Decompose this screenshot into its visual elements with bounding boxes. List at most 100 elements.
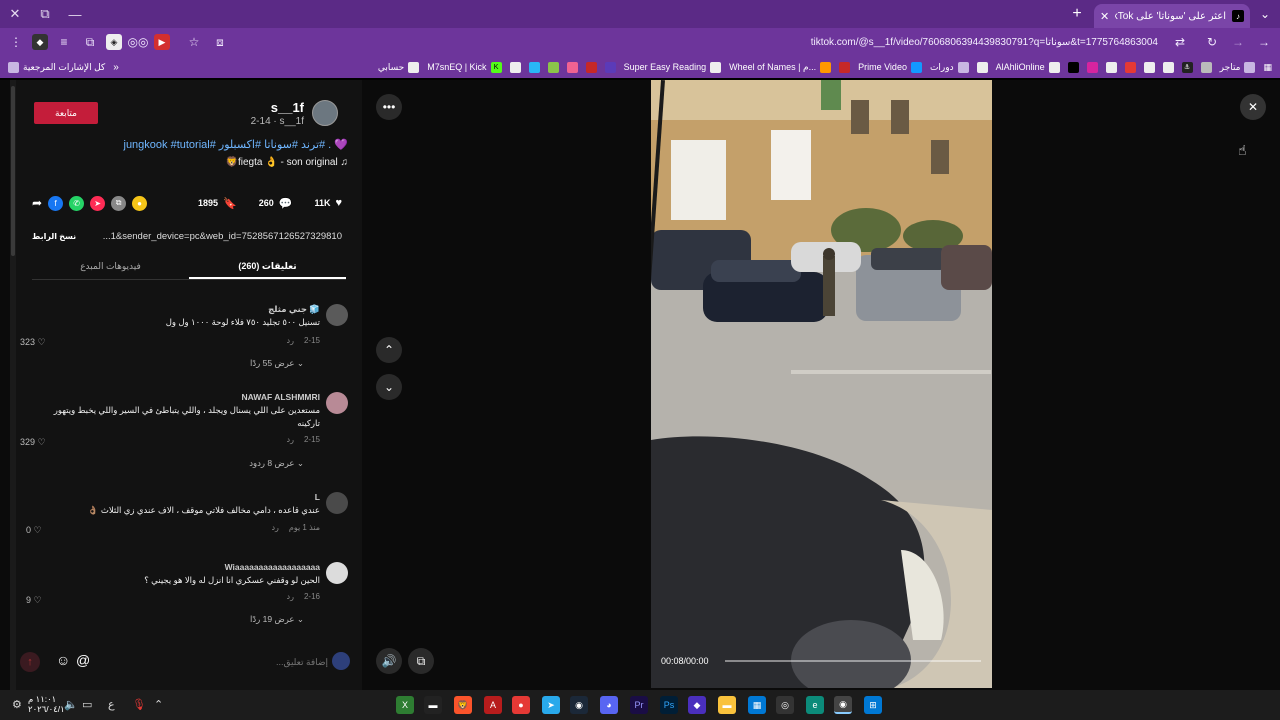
bookmark-item[interactable]: Wheel of Names | م... [729,61,832,73]
bookmark-icon-only[interactable]: ⚓ [1181,61,1193,73]
facebook-share-icon[interactable]: f [48,195,64,211]
close-window-icon[interactable]: ✕ [0,0,30,28]
comment-like[interactable]: 323 ♡ [20,337,46,348]
view-replies-button[interactable]: عرض 55 ردًا ⌄ [250,358,304,369]
telegram-share-icon[interactable]: ➤ [90,195,106,211]
language-indicator[interactable]: ع [108,698,115,711]
premiere-app-icon[interactable]: Pr [630,696,648,714]
copy-link-button[interactable]: نسخ الرابط [32,232,76,241]
bookmark-icon-only[interactable] [547,61,559,73]
bookmark-icon-only[interactable] [839,61,851,73]
bookmark-item[interactable]: Super Easy Reading [624,61,722,73]
bookmark-icon-only[interactable] [1124,61,1136,73]
back-icon[interactable]: → [1254,32,1274,52]
forward-icon[interactable]: → [1228,32,1248,52]
previous-video-chevron-up-icon[interactable]: ⌃ [376,337,402,363]
chrome-app-icon[interactable]: ◉ [834,696,852,714]
reply-button[interactable]: رد [287,592,294,601]
post-music[interactable]: ♫ fiegta 👌 - son original🦁 [226,157,348,168]
comment-like[interactable]: 9 ♡ [26,595,42,606]
excel-app-icon[interactable]: X [396,696,414,714]
bookmark-icon-only[interactable] [1086,61,1098,73]
volume-icon[interactable]: 🔊 [376,648,402,674]
bookmark-item[interactable]: متاجر [1220,61,1256,73]
extensions-icon[interactable]: ⧉ [80,32,100,52]
volume-tray-icon[interactable]: 🔈 [64,698,78,711]
commenter-name[interactable]: NAWAF ALSHMMRI [241,392,320,402]
telegram-app-icon[interactable]: ➤ [542,696,560,714]
discord-app-icon[interactable]: ◕ [600,696,618,714]
follow-button[interactable]: متابعة [34,102,98,124]
comments-stat[interactable]: 260 💬 [259,197,293,210]
bookmark-icon-only[interactable] [1105,61,1117,73]
extension-youtube-icon[interactable]: ▶ [154,34,170,50]
bookmark-icon-only[interactable] [604,61,616,73]
store-app-icon[interactable]: ▦ [748,696,766,714]
more-bookmarks-chevron-icon[interactable]: » [113,62,119,73]
url-field[interactable]: tiktok.com/@s__1f/video/7606806394439830… [236,37,1164,48]
mention-icon[interactable]: @ [76,652,90,668]
brave-app-icon[interactable]: 🦁 [454,696,472,714]
bookmark-icon-only[interactable] [1162,61,1174,73]
comment-like[interactable]: 0 ♡ [26,525,42,536]
share-arrow-icon[interactable]: ➦ [32,196,42,210]
tray-overflow-chevron-icon[interactable]: ⌃ [154,698,163,711]
close-viewer-icon[interactable]: ✕ [1240,94,1266,120]
bookmark-icon-only[interactable] [509,61,521,73]
bookmark-item[interactable]: Prime Video [858,61,922,73]
author-avatar[interactable] [312,100,338,126]
likes-stat[interactable]: 11K ♥ [314,197,342,209]
video-progress-bar[interactable] [725,660,981,662]
minimize-window-icon[interactable]: — [60,0,90,28]
tab-comments[interactable]: (260) تعليقات [189,256,346,279]
browser-menu-icon[interactable]: ⋮ [6,32,26,52]
extension-vpn-icon[interactable]: ◈ [106,34,122,50]
github-app-icon[interactable]: ◎ [776,696,794,714]
extension-glasses-icon[interactable]: ◎◎ [128,32,149,52]
bookmark-item[interactable]: حسابي [378,61,420,73]
comment-input[interactable] [100,652,328,672]
maximize-window-icon[interactable]: ⧉ [30,0,60,28]
saves-stat[interactable]: 1895 🔖 [198,197,237,210]
bookmark-icon-only[interactable] [1067,61,1079,73]
picture-in-picture-icon[interactable]: ⧉ [408,648,434,674]
commenter-avatar[interactable] [326,562,348,584]
bookmark-icon-only[interactable] [976,61,988,73]
tab-creator-videos[interactable]: فيديوهات المبدع [32,256,189,279]
bookmark-icon-only[interactable] [1200,61,1212,73]
view-replies-button[interactable]: عرض 8 ردود ⌄ [249,458,304,469]
screenshot-icon[interactable]: ⧈ [210,32,230,52]
whatsapp-share-icon[interactable]: ✆ [69,195,85,211]
editor-app-icon[interactable]: ◆ [688,696,706,714]
coin-share-icon[interactable]: ● [132,195,148,211]
edge-app-icon[interactable]: e [806,696,824,714]
steam-app-icon[interactable]: ◉ [570,696,588,714]
file-explorer-app-icon[interactable]: ▬ [718,696,736,714]
commenter-name[interactable]: Wiaaaaaaaaaaaaaaaaaa [225,562,320,572]
commenter-avatar[interactable] [326,492,348,514]
commenter-name[interactable]: جني مثلج 🧊 [268,304,320,315]
all-bookmarks-button[interactable]: كل الإشارات المرجعية [8,61,105,73]
bookmark-icon-only[interactable] [528,61,540,73]
microphone-tray-icon[interactable]: 🎙 [132,698,146,711]
commenter-name[interactable]: L [315,492,320,502]
bookmark-item[interactable]: AlAhliOnline [996,61,1060,73]
reload-icon[interactable]: ↻ [1202,32,1222,52]
embed-share-icon[interactable]: ⧉ [111,195,127,211]
next-video-chevron-down-icon[interactable]: ⌄ [376,374,402,400]
reply-button[interactable]: رد [287,336,294,345]
photoshop-app-icon[interactable]: Ps [660,696,678,714]
author-username[interactable]: s__1f [271,100,304,115]
record-app-icon[interactable]: ● [512,696,530,714]
bookmark-item[interactable]: دورات [930,61,969,73]
bookmark-star-icon[interactable]: ☆ [184,32,204,52]
emoji-icon[interactable]: ☺ [56,652,70,668]
commenter-avatar[interactable] [326,304,348,326]
close-tab-icon[interactable]: ✕ [1100,10,1109,23]
bookmark-item[interactable]: M7snEQ | Kick K [427,61,502,73]
video-player[interactable]: 00:08/00:00 [651,80,992,688]
more-options-icon[interactable]: ••• [376,94,402,120]
windows-start-icon[interactable]: ⊞ [864,696,882,714]
panel-scrollbar[interactable] [10,80,16,690]
network-tray-icon[interactable]: ▭ [82,698,92,711]
